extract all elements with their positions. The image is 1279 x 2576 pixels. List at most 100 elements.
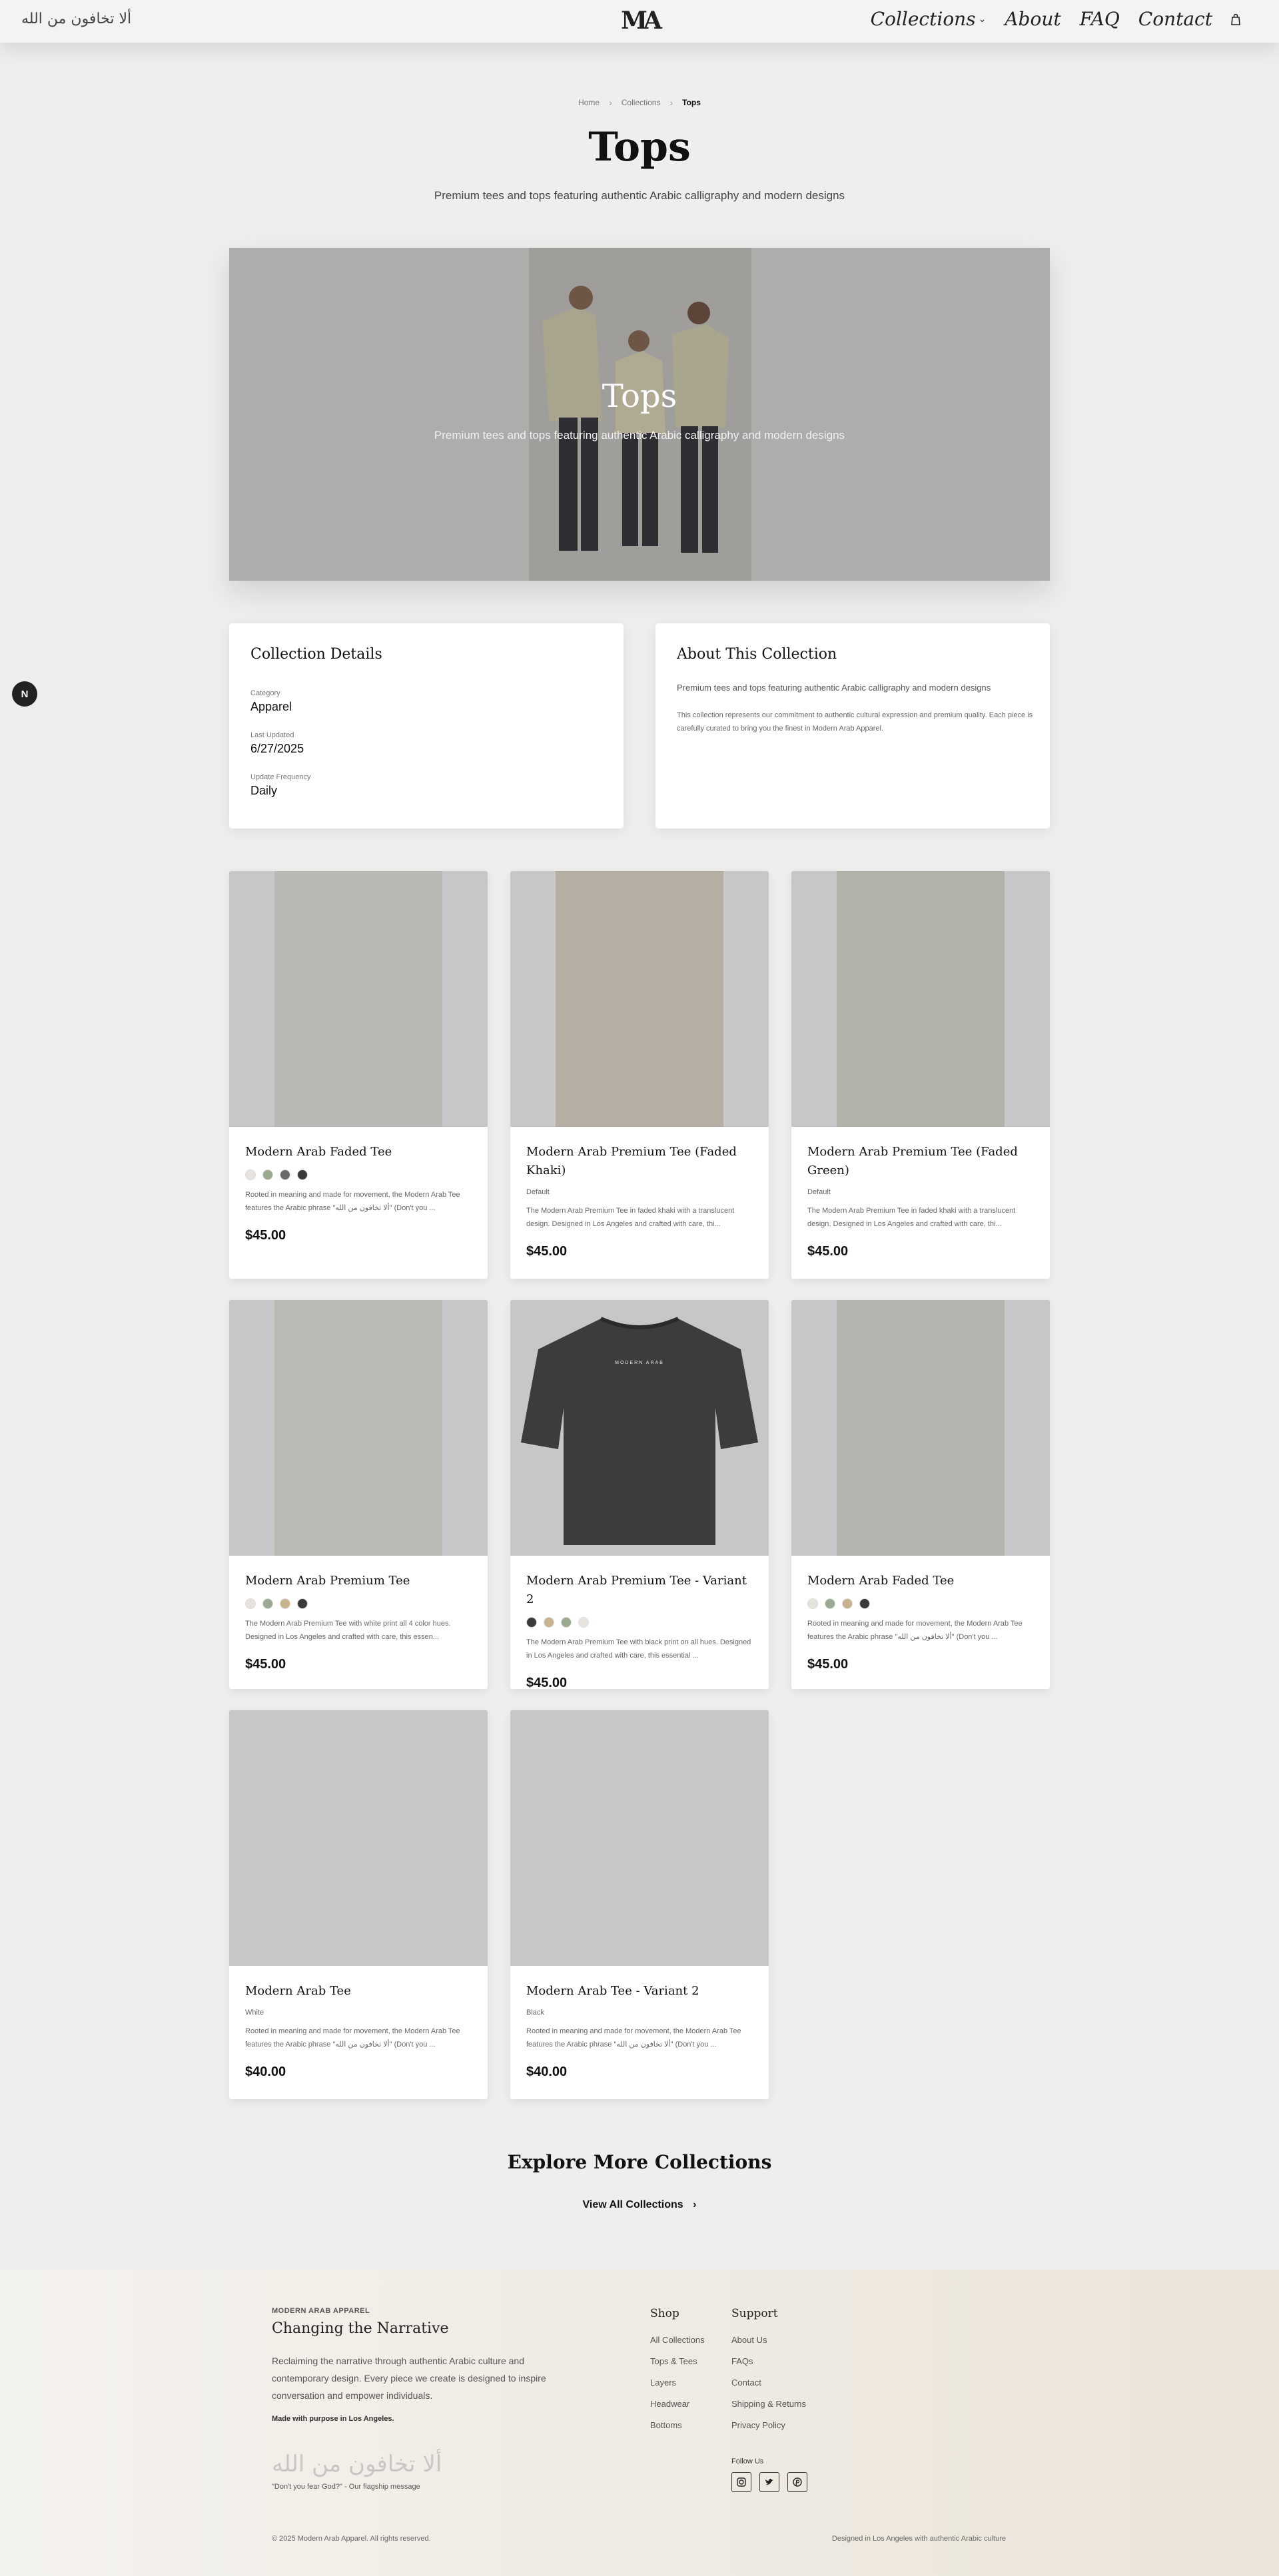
footer-link-contact[interactable]: Contact bbox=[731, 2378, 806, 2388]
color-swatch[interactable] bbox=[245, 1169, 256, 1180]
footer-shop-column: Shop All Collections Tops & Tees Layers … bbox=[650, 2307, 705, 2441]
product-image[interactable] bbox=[791, 871, 1050, 1127]
footer-tagline: Changing the Narrative bbox=[272, 2320, 449, 2337]
chevron-right-icon: › bbox=[609, 97, 612, 108]
footer-link-faqs[interactable]: FAQs bbox=[731, 2356, 806, 2366]
instagram-icon[interactable] bbox=[731, 2472, 751, 2492]
product-price: $40.00 bbox=[245, 2065, 286, 2079]
color-swatch[interactable] bbox=[280, 1598, 290, 1609]
breadcrumb-home[interactable]: Home bbox=[578, 98, 600, 107]
collection-banner: Tops Premium tees and tops featuring aut… bbox=[229, 248, 1050, 581]
footer-support-heading: Support bbox=[731, 2307, 778, 2320]
product-name[interactable]: Modern Arab Faded Tee bbox=[807, 1572, 1034, 1590]
footer-link-headwear[interactable]: Headwear bbox=[650, 2399, 705, 2409]
product-price: $45.00 bbox=[526, 1244, 568, 1259]
page-title: Tops bbox=[588, 124, 691, 170]
product-description: Rooted in meaning and made for movement,… bbox=[245, 2027, 460, 2049]
footer-link-shipping[interactable]: Shipping & Returns bbox=[731, 2399, 806, 2409]
header-arabic-text[interactable]: ألا تخافون من الله bbox=[21, 11, 131, 27]
footer-arabic: ألا تخافون من الله bbox=[272, 2451, 442, 2477]
color-swatch[interactable] bbox=[825, 1598, 835, 1609]
footer-link-privacy[interactable]: Privacy Policy bbox=[731, 2420, 806, 2430]
pinterest-icon[interactable] bbox=[787, 2472, 807, 2492]
about-collection-card: About This Collection Premium tees and t… bbox=[655, 623, 1050, 828]
footer-link-about-us[interactable]: About Us bbox=[731, 2335, 806, 2345]
product-name[interactable]: Modern Arab Premium Tee (Faded Khaki) bbox=[526, 1143, 753, 1180]
product-image[interactable] bbox=[229, 1300, 488, 1556]
breadcrumb-collections[interactable]: Collections bbox=[622, 98, 661, 107]
product-name[interactable]: Modern Arab Premium Tee bbox=[245, 1572, 472, 1590]
black-tee-image: MODERN ARAB bbox=[521, 1317, 758, 1545]
color-swatch[interactable] bbox=[807, 1598, 818, 1609]
product-description: The Modern Arab Premium Tee in faded kha… bbox=[526, 1207, 735, 1228]
color-swatch[interactable] bbox=[245, 1598, 256, 1609]
footer-description: Reclaiming the narrative through authent… bbox=[272, 2356, 546, 2401]
product-card[interactable]: Modern Arab Tee - Variant 2 Black Rooted… bbox=[510, 1710, 769, 2099]
nav-collections-label: Collections bbox=[870, 8, 976, 30]
color-swatch[interactable] bbox=[561, 1617, 572, 1628]
color-swatch[interactable] bbox=[544, 1617, 554, 1628]
product-image[interactable] bbox=[229, 871, 488, 1127]
footer-link-tops-tees[interactable]: Tops & Tees bbox=[650, 2356, 705, 2366]
product-image[interactable]: MODERN ARAB bbox=[510, 1300, 769, 1556]
product-card[interactable]: Modern Arab Premium Tee The Modern Arab … bbox=[229, 1300, 488, 1689]
product-image[interactable] bbox=[791, 1300, 1050, 1556]
footer-link-layers[interactable]: Layers bbox=[650, 2378, 705, 2388]
color-swatch[interactable] bbox=[297, 1169, 308, 1180]
product-description: The Modern Arab Premium Tee with black p… bbox=[526, 1638, 751, 1660]
site-header: ألا تخافون من الله MA Collections ⌄ About… bbox=[0, 0, 1279, 43]
product-name[interactable]: Modern Arab Tee - Variant 2 bbox=[526, 1982, 753, 2001]
footer-brand: MODERN ARAB APPAREL bbox=[272, 2307, 370, 2315]
color-swatches bbox=[245, 1598, 472, 1609]
last-updated-label: Last Updated bbox=[250, 731, 294, 739]
footer-link-all-collections[interactable]: All Collections bbox=[650, 2335, 705, 2345]
product-image[interactable] bbox=[510, 1710, 769, 1966]
color-swatch[interactable] bbox=[842, 1598, 853, 1609]
about-collection-body: This collection represents our commitmen… bbox=[677, 711, 1033, 733]
twitter-icon[interactable] bbox=[759, 2472, 779, 2492]
color-swatch[interactable] bbox=[297, 1598, 308, 1609]
color-swatch[interactable] bbox=[262, 1598, 273, 1609]
product-price: $45.00 bbox=[807, 1244, 849, 1259]
footer-quote: "Don't you fear God?" - Our flagship mes… bbox=[272, 2483, 420, 2491]
product-name[interactable]: Modern Arab Faded Tee bbox=[245, 1143, 472, 1161]
product-price: $40.00 bbox=[526, 2065, 568, 2079]
footer-shop-heading: Shop bbox=[650, 2307, 679, 2320]
color-swatch[interactable] bbox=[262, 1169, 273, 1180]
view-all-collections-link[interactable]: View All Collections › bbox=[0, 2199, 1279, 2211]
footer-copyright: © 2025 Modern Arab Apparel. All rights r… bbox=[272, 2535, 431, 2543]
chevron-right-icon: › bbox=[693, 2199, 697, 2210]
product-card[interactable]: Modern Arab Tee White Rooted in meaning … bbox=[229, 1710, 488, 2099]
nav-contact[interactable]: Contact bbox=[1138, 8, 1212, 30]
floating-n-button[interactable]: N bbox=[12, 681, 37, 707]
site-footer: MODERN ARAB APPAREL Changing the Narrati… bbox=[0, 2270, 1279, 2576]
color-swatches bbox=[526, 1617, 753, 1628]
color-swatches bbox=[807, 1598, 1034, 1609]
footer-link-bottoms[interactable]: Bottoms bbox=[650, 2420, 705, 2430]
product-card[interactable]: Modern Arab Premium Tee (Faded Green) De… bbox=[791, 871, 1050, 1279]
product-variant: White bbox=[245, 2009, 264, 2017]
color-swatch[interactable] bbox=[280, 1169, 290, 1180]
product-name[interactable]: Modern Arab Premium Tee (Faded Green) bbox=[807, 1143, 1034, 1180]
product-description: Rooted in meaning and made for movement,… bbox=[526, 2027, 741, 2049]
product-image[interactable] bbox=[510, 871, 769, 1127]
site-logo[interactable]: MA bbox=[620, 7, 662, 35]
color-swatch[interactable] bbox=[526, 1617, 537, 1628]
color-swatch[interactable] bbox=[859, 1598, 870, 1609]
product-card[interactable]: Modern Arab Premium Tee (Faded Khaki) De… bbox=[510, 871, 769, 1279]
about-collection-heading: About This Collection bbox=[677, 646, 837, 663]
nav-collections[interactable]: Collections ⌄ bbox=[871, 8, 987, 30]
nav-faq[interactable]: FAQ bbox=[1080, 8, 1120, 30]
chevron-right-icon: › bbox=[669, 97, 673, 108]
product-card[interactable]: Modern Arab Faded Tee Rooted in meaning … bbox=[791, 1300, 1050, 1689]
product-card[interactable]: MODERN ARAB Modern Arab Premium Tee - Va… bbox=[510, 1300, 769, 1689]
product-card[interactable]: Modern Arab Faded Tee Rooted in meaning … bbox=[229, 871, 488, 1279]
color-swatch[interactable] bbox=[578, 1617, 589, 1628]
product-description: Rooted in meaning and made for movement,… bbox=[807, 1620, 1023, 1641]
product-name[interactable]: Modern Arab Tee bbox=[245, 1982, 472, 2001]
shopping-bag-icon[interactable] bbox=[1231, 13, 1240, 25]
product-image[interactable] bbox=[229, 1710, 488, 1966]
product-name[interactable]: Modern Arab Premium Tee - Variant 2 bbox=[526, 1572, 753, 1609]
nav-about[interactable]: About bbox=[1005, 8, 1061, 30]
product-variant: Default bbox=[526, 1188, 550, 1196]
